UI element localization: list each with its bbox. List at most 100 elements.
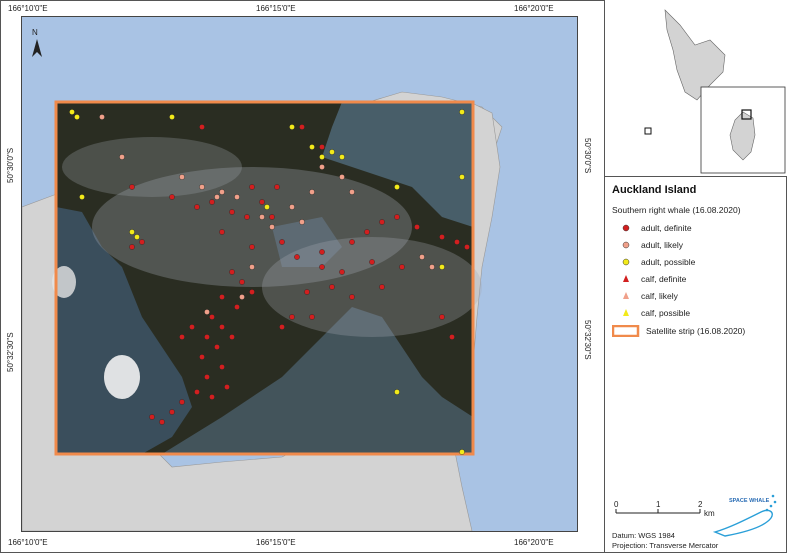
sighting-adult-definite — [454, 239, 460, 245]
sighting-adult-likely — [214, 194, 220, 200]
sighting-adult-definite — [129, 184, 135, 190]
right-tick-1: 50°30'0"S — [583, 138, 592, 174]
top-tick-2: 166°15'0"E — [256, 4, 296, 13]
sighting-adult-definite — [399, 264, 405, 270]
cloud-white — [104, 355, 140, 399]
sighting-adult-likely — [419, 254, 425, 260]
sighting-adult-definite — [304, 289, 310, 295]
scale-bar: 0 1 2 km — [612, 495, 722, 535]
sighting-adult-definite — [209, 394, 215, 400]
sighting-adult-definite — [194, 204, 200, 210]
sighting-adult-definite — [169, 194, 175, 200]
legend-item-calf-likely: calf, likely — [621, 290, 678, 302]
top-tick-3: 166°20'0"E — [514, 4, 554, 13]
sighting-adult-likely — [199, 184, 205, 190]
sighting-adult-definite — [299, 124, 305, 130]
cloud-haze-3 — [62, 137, 242, 197]
locator-inset — [605, 0, 787, 177]
sighting-adult-definite — [204, 374, 210, 380]
sighting-adult-definite — [294, 254, 300, 260]
cloud-haze-2 — [262, 237, 482, 337]
legend-label: adult, definite — [641, 223, 692, 233]
sighting-adult-possible — [289, 124, 295, 130]
sighting-adult-likely — [119, 154, 125, 160]
sighting-adult-definite — [449, 334, 455, 340]
sighting-adult-definite — [234, 304, 240, 310]
sighting-adult-likely — [99, 114, 105, 120]
legend-item-adult-definite: adult, definite — [621, 222, 692, 234]
sighting-adult-likely — [259, 214, 265, 220]
sighting-adult-definite — [229, 269, 235, 275]
sighting-adult-likely — [269, 224, 275, 230]
sighting-adult-likely — [289, 204, 295, 210]
sighting-adult-likely — [299, 219, 305, 225]
sighting-adult-definite — [199, 354, 205, 360]
footer-datum: Datum: WGS 1984 — [612, 531, 675, 540]
sighting-adult-definite — [239, 279, 245, 285]
sighting-adult-definite — [209, 199, 215, 205]
legend-label: calf, likely — [641, 291, 678, 301]
main-map[interactable]: N — [21, 16, 578, 532]
scale-tick-1: 1 — [656, 500, 661, 509]
legend-item-adult-likely: adult, likely — [621, 239, 683, 251]
map-canvas: N — [22, 28, 503, 531]
sighting-adult-possible — [459, 174, 465, 180]
sighting-adult-definite — [219, 229, 225, 235]
sighting-adult-possible — [339, 154, 345, 160]
scale-tick-2: 2 — [698, 500, 703, 509]
sighting-adult-definite — [219, 324, 225, 330]
sighting-adult-definite — [349, 294, 355, 300]
legend-label: adult, possible — [641, 257, 696, 267]
sighting-adult-definite — [219, 364, 225, 370]
bottom-tick-3: 166°20'0"E — [514, 538, 554, 547]
right-tick-2: 50°32'30"S — [583, 320, 592, 360]
sighting-adult-definite — [224, 384, 230, 390]
sighting-adult-definite — [229, 209, 235, 215]
sighting-adult-definite — [414, 224, 420, 230]
sighting-adult-possible — [459, 449, 465, 455]
sighting-adult-definite — [179, 399, 185, 405]
sighting-adult-definite — [439, 314, 445, 320]
nz-north-island — [664, 9, 726, 101]
sighting-adult-likely — [204, 309, 210, 315]
locator-extent-box — [644, 127, 652, 135]
scale-tick-0: 0 — [614, 500, 619, 509]
sighting-adult-likely — [429, 264, 435, 270]
sighting-adult-definite — [364, 229, 370, 235]
sighting-adult-definite — [229, 334, 235, 340]
sighting-adult-definite — [339, 269, 345, 275]
locator-map — [644, 9, 786, 174]
sighting-adult-possible — [79, 194, 85, 200]
sighting-adult-definite — [244, 214, 250, 220]
sighting-adult-definite — [249, 244, 255, 250]
sighting-adult-definite — [249, 184, 255, 190]
sighting-adult-possible — [309, 144, 315, 150]
left-tick-2: 50°32'30"S — [6, 332, 15, 372]
sighting-adult-definite — [269, 214, 275, 220]
north-label: N — [32, 28, 38, 37]
top-tick-1: 166°10'0"E — [8, 4, 48, 13]
sighting-adult-definite — [249, 289, 255, 295]
bottom-tick-2: 166°15'0"E — [256, 538, 296, 547]
sighting-adult-definite — [319, 144, 325, 150]
sighting-adult-possible — [69, 109, 75, 115]
sighting-adult-definite — [139, 239, 145, 245]
sighting-adult-definite — [439, 234, 445, 240]
sighting-adult-definite — [309, 314, 315, 320]
sighting-adult-likely — [349, 189, 355, 195]
sighting-adult-definite — [219, 294, 225, 300]
legend-item-calf-definite: calf, definite — [621, 273, 686, 285]
space-whale-logo: SPACE WHALE — [712, 494, 777, 537]
legend-subtitle: Southern right whale (16.08.2020) — [612, 205, 741, 215]
sighting-adult-definite — [159, 419, 165, 425]
legend-title: Auckland Island — [612, 184, 697, 196]
sighting-adult-definite — [274, 184, 280, 190]
sighting-adult-likely — [319, 164, 325, 170]
sighting-adult-possible — [439, 264, 445, 270]
sighting-adult-possible — [264, 204, 270, 210]
sighting-adult-definite — [209, 314, 215, 320]
sighting-adult-likely — [309, 189, 315, 195]
sighting-adult-possible — [129, 229, 135, 235]
sighting-adult-possible — [134, 234, 140, 240]
sighting-adult-definite — [289, 314, 295, 320]
